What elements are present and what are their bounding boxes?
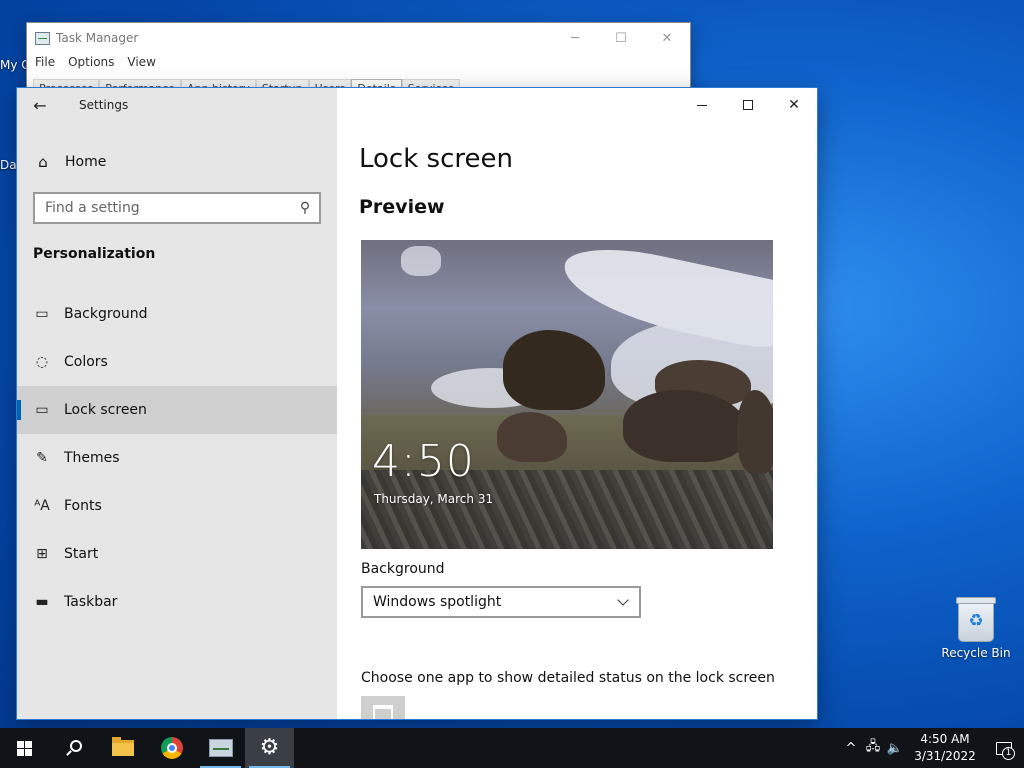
sidebar-item-label: Fonts: [64, 498, 102, 514]
background-dropdown[interactable]: Windows spotlight: [361, 586, 641, 618]
minimize-icon: [697, 104, 707, 106]
back-button[interactable]: ←: [17, 88, 63, 122]
start-icon: ⊞: [36, 546, 48, 562]
page-title: Lock screen: [359, 144, 513, 174]
section-heading: Personalization: [33, 246, 156, 262]
desktop-icon-label[interactable]: Da: [0, 158, 17, 172]
calendar-icon: [373, 705, 393, 719]
background-label: Background: [361, 561, 445, 577]
search-input[interactable]: [45, 200, 291, 216]
task-manager-menubar: File Options View: [27, 53, 690, 71]
task-manager-icon: [208, 739, 233, 757]
sidebar-item-label: Home: [65, 154, 107, 170]
brush-icon: ✎: [36, 450, 48, 466]
notification-count: 1: [1002, 747, 1015, 760]
back-arrow-icon: ←: [33, 95, 47, 115]
volume-icon[interactable]: 🔈: [884, 728, 906, 768]
settings-content: ✕ Lock screen Preview 4:50 Thursday, Mar…: [337, 88, 817, 719]
sidebar-item-label: Start: [64, 546, 99, 562]
picture-icon: ▭: [35, 306, 49, 322]
preview-date: Thursday, March 31: [374, 492, 494, 506]
folder-icon: [111, 737, 134, 756]
sidebar-item-label: Taskbar: [64, 594, 118, 610]
recycle-bin-icon: [956, 597, 996, 642]
settings-titlebar[interactable]: ← Settings: [17, 88, 337, 122]
chrome-icon: [160, 737, 183, 759]
file-explorer-button[interactable]: [98, 728, 147, 768]
sidebar-item-background[interactable]: ▭ Background: [17, 290, 337, 338]
sidebar-item-fonts[interactable]: ᴬA Fonts: [17, 482, 337, 530]
chevron-down-icon: [607, 594, 639, 606]
sidebar-item-start[interactable]: ⊞ Start: [17, 530, 337, 578]
search-icon: [69, 740, 82, 752]
lock-screen-icon: ▭: [35, 402, 49, 418]
clock-date: 3/31/2022: [914, 749, 976, 763]
minimize-button[interactable]: [679, 88, 725, 122]
taskbar-icon: ▬: [35, 594, 49, 610]
task-manager-taskbar-button[interactable]: [196, 728, 245, 768]
task-manager-icon: [35, 31, 50, 45]
maximize-icon: [743, 100, 753, 110]
sidebar-item-lock-screen[interactable]: ▭ Lock screen: [17, 386, 337, 434]
fonts-icon: ᴬA: [34, 498, 50, 514]
menu-view[interactable]: View: [127, 55, 155, 69]
chevron-up-icon[interactable]: ^: [840, 728, 862, 768]
preview-time: 4:50: [372, 436, 475, 487]
recycle-bin-label: Recycle Bin: [941, 646, 1011, 660]
clock[interactable]: 4:50 AM 3/31/2022: [910, 731, 980, 765]
start-button[interactable]: [0, 728, 49, 768]
chrome-button[interactable]: [147, 728, 196, 768]
network-icon[interactable]: 🖧: [862, 728, 884, 768]
background-dropdown-value: Windows spotlight: [373, 594, 502, 610]
sidebar-item-label: Colors: [64, 354, 108, 370]
sidebar-item-label: Lock screen: [64, 402, 147, 418]
search-icon[interactable]: ⚲: [291, 200, 319, 216]
detailed-status-label: Choose one app to show detailed status o…: [361, 670, 775, 686]
clock-time: 4:50 AM: [920, 732, 970, 746]
window-title: Settings: [79, 98, 129, 112]
preview-heading: Preview: [359, 196, 445, 218]
palette-icon: ◌: [35, 354, 49, 370]
sidebar-nav: ▭ Background ◌ Colors ▭ Lock screen ✎ Th…: [17, 290, 337, 626]
task-manager-titlebar[interactable]: Task Manager ─ ☐ ✕: [27, 23, 690, 53]
settings-sidebar: ← Settings ⌂ Home ⚲ Personalization ▭ Ba…: [17, 88, 337, 719]
search-button[interactable]: [49, 728, 98, 768]
sidebar-item-colors[interactable]: ◌ Colors: [17, 338, 337, 386]
sidebar-item-label: Background: [64, 306, 148, 322]
sidebar-item-taskbar[interactable]: ▬ Taskbar: [17, 578, 337, 626]
system-tray: ^ 🖧 🔈 4:50 AM 3/31/2022 1: [840, 728, 1024, 768]
gear-icon: ⚙: [259, 735, 280, 760]
sidebar-item-label: Themes: [64, 450, 120, 466]
maximize-button[interactable]: ☐: [598, 23, 644, 53]
recycle-bin[interactable]: Recycle Bin: [940, 597, 1012, 660]
lock-screen-preview: 4:50 Thursday, March 31: [361, 240, 773, 549]
close-icon: ✕: [788, 97, 800, 113]
maximize-button[interactable]: [725, 88, 771, 122]
menu-file[interactable]: File: [35, 55, 55, 69]
search-box[interactable]: ⚲: [33, 192, 321, 224]
sidebar-item-home[interactable]: ⌂ Home: [17, 144, 337, 180]
windows-logo-icon: [17, 740, 32, 756]
taskbar: ⚙ ^ 🖧 🔈 4:50 AM 3/31/2022 1: [0, 728, 1024, 768]
sidebar-item-themes[interactable]: ✎ Themes: [17, 434, 337, 482]
detailed-status-app-button[interactable]: [361, 696, 405, 719]
minimize-button[interactable]: ─: [552, 23, 598, 53]
action-center-button[interactable]: 1: [984, 728, 1024, 768]
home-icon: ⌂: [38, 153, 48, 171]
window-controls: ✕: [679, 88, 817, 122]
settings-window[interactable]: ← Settings ⌂ Home ⚲ Personalization ▭ Ba…: [16, 87, 818, 720]
settings-taskbar-button[interactable]: ⚙: [245, 728, 294, 768]
task-manager-title: Task Manager: [56, 31, 139, 45]
close-button[interactable]: ✕: [644, 23, 690, 53]
close-button[interactable]: ✕: [771, 88, 817, 122]
menu-options[interactable]: Options: [68, 55, 114, 69]
